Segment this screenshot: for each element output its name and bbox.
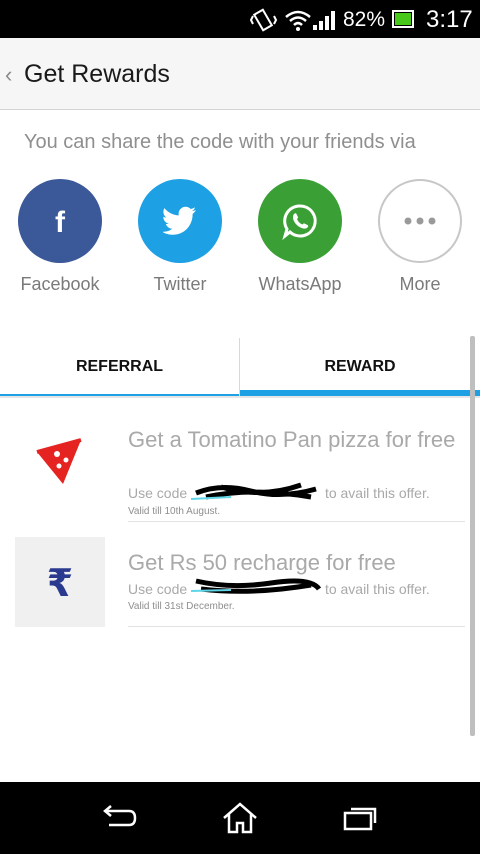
back-icon[interactable]: ‹ (5, 62, 12, 88)
facebook-icon[interactable]: f (18, 179, 102, 263)
share-facebook-button[interactable]: f Facebook (0, 179, 120, 299)
share-whatsapp-button[interactable]: WhatsApp (240, 179, 360, 299)
battery-percent: 82% (343, 8, 386, 31)
offer-item-pizza[interactable]: Get a Tomatino Pan pizza for free Use co… (0, 418, 480, 523)
share-more-label: More (399, 274, 441, 294)
tab-bar: REFERRAL REWARD (0, 338, 480, 398)
svg-text:₹: ₹ (47, 562, 73, 602)
vibrate-icon (249, 8, 278, 37)
redacted-code (191, 578, 322, 596)
share-whatsapp-label: WhatsApp (258, 274, 342, 294)
offer-item-recharge[interactable]: ₹ Get Rs 50 recharge for free Use code t… (0, 537, 480, 632)
whatsapp-icon[interactable] (258, 179, 342, 263)
share-facebook-label: Facebook (20, 274, 100, 294)
share-twitter-label: Twitter (153, 274, 207, 294)
home-nav-icon[interactable] (220, 800, 260, 836)
tab-reward[interactable]: REWARD (240, 338, 480, 396)
page-title: Get Rewards (24, 60, 170, 88)
pizza-icon (15, 418, 105, 508)
system-nav-bar (0, 782, 480, 854)
offer-use-prefix: Use code (128, 581, 188, 597)
twitter-icon[interactable] (138, 179, 222, 263)
clock: 3:17 (426, 6, 473, 33)
offer-instruction: Use code to avail this offer. (128, 482, 468, 501)
wifi-icon (284, 8, 312, 37)
share-twitter-button[interactable]: Twitter (120, 179, 240, 299)
offer-use-suffix: to avail this offer. (324, 581, 430, 597)
tab-referral-underline (0, 394, 239, 396)
offer-validity: Valid till 31st December. (128, 601, 235, 612)
divider (128, 521, 465, 522)
status-bar: 82% 3:17 (0, 0, 480, 38)
tab-reward-indicator (240, 390, 480, 396)
battery-icon (392, 10, 416, 33)
recent-apps-icon[interactable] (340, 800, 380, 836)
share-more-button[interactable]: More (360, 179, 480, 299)
back-nav-icon[interactable] (100, 800, 140, 836)
scrollbar[interactable] (470, 336, 475, 736)
offer-use-prefix: Use code (128, 485, 188, 501)
offer-title: Get a Tomatino Pan pizza for free (128, 427, 456, 452)
svg-text:f: f (55, 206, 66, 239)
offer-instruction: Use code to avail this offer. (128, 578, 468, 597)
offer-title: Get Rs 50 recharge for free (128, 550, 396, 575)
offer-validity: Valid till 10th August. (128, 506, 221, 517)
tab-referral[interactable]: REFERRAL (0, 338, 239, 396)
divider (128, 626, 465, 627)
rupee-icon: ₹ (15, 537, 105, 627)
offer-use-suffix: to avail this offer. (324, 485, 430, 501)
redacted-code (191, 482, 321, 501)
app-header: ‹ Get Rewards (0, 38, 480, 110)
more-icon[interactable] (378, 179, 462, 263)
share-prompt: You can share the code with your friends… (24, 131, 416, 153)
signal-icon (312, 8, 336, 37)
